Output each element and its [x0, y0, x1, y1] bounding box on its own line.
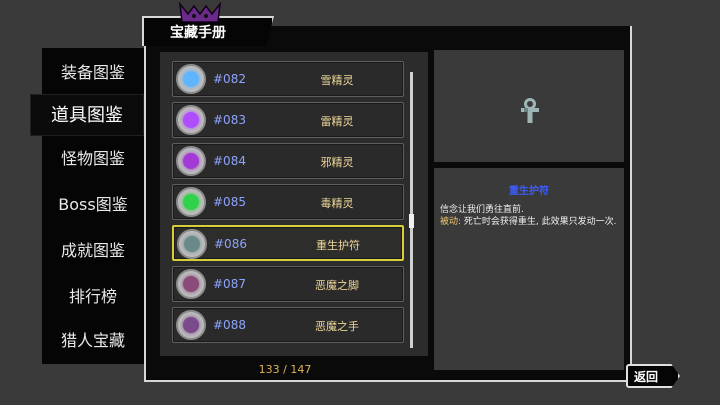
item-detail-panel	[434, 168, 624, 370]
poison-spirit-icon	[176, 187, 206, 217]
item-gem	[183, 112, 199, 128]
page-title: 宝藏手册	[170, 25, 226, 41]
passive-text: 死亡时会获得重生, 此效果只发动一次.	[461, 217, 617, 227]
nav-item-leaderboard[interactable]: 排行榜	[42, 276, 144, 318]
item-number: #086	[214, 237, 247, 251]
item-gem	[183, 317, 199, 333]
item-passive-description: 被动: 死亡时会获得重生, 此效果只发动一次.	[440, 216, 620, 228]
item-number: #084	[213, 154, 246, 168]
item-gem	[183, 276, 199, 292]
nav-item-items[interactable]: 道具图鉴	[30, 94, 144, 136]
item-gem	[184, 236, 200, 252]
list-item[interactable]: #085 毒精灵	[172, 184, 404, 220]
item-gem	[183, 153, 199, 169]
list-scroll-thumb[interactable]	[409, 214, 414, 228]
item-flavor-text: 信念让我们勇往直前.	[440, 205, 524, 215]
treasure-manual-screen: 装备图鉴 道具图鉴 怪物图鉴 Boss图鉴 成就图鉴 排行榜 猎人宝藏 宝藏手册…	[0, 0, 720, 405]
rebirth-amulet-icon	[177, 229, 207, 259]
list-item[interactable]: #087 恶魔之脚	[172, 266, 404, 302]
item-name: 恶魔之手	[315, 320, 359, 333]
item-name: 毒精灵	[320, 197, 354, 210]
demon-crest-icon	[179, 2, 221, 23]
evil-spirit-icon	[176, 146, 206, 176]
nav-item-achievements[interactable]: 成就图鉴	[42, 230, 144, 272]
list-item[interactable]: #086 重生护符	[172, 225, 404, 261]
nav-item-boss[interactable]: Boss图鉴	[42, 184, 144, 226]
snow-spirit-icon	[176, 64, 206, 94]
item-name: 雪精灵	[320, 74, 354, 87]
item-name: 雷精灵	[320, 115, 354, 128]
nav-item-hunter-treasure[interactable]: 猎人宝藏	[42, 320, 144, 362]
passive-label: 被动:	[440, 217, 462, 227]
category-nav: 装备图鉴 道具图鉴 怪物图鉴 Boss图鉴 成就图鉴 排行榜 猎人宝藏	[30, 48, 144, 364]
list-scrollbar[interactable]	[410, 72, 413, 348]
list-item[interactable]: #082 雪精灵	[172, 61, 404, 97]
item-name: 重生护符	[316, 239, 360, 252]
demon-hand-icon	[176, 310, 206, 340]
item-name: 邪精灵	[320, 156, 354, 169]
item-gem	[183, 71, 199, 87]
item-number: #083	[213, 113, 246, 127]
rebirth-amulet-icon	[521, 98, 539, 123]
collection-counter: 133 / 147	[258, 363, 312, 376]
nav-item-monsters[interactable]: 怪物图鉴	[42, 138, 144, 180]
back-button-label: 返回	[634, 370, 659, 384]
list-item[interactable]: #083 雷精灵	[172, 102, 404, 138]
item-number: #082	[213, 72, 246, 86]
list-item[interactable]: #088 恶魔之手	[172, 307, 404, 343]
list-item[interactable]: #084 邪精灵	[172, 143, 404, 179]
item-number: #085	[213, 195, 246, 209]
item-gem	[183, 194, 199, 210]
item-number: #087	[213, 277, 246, 291]
item-name: 恶魔之脚	[315, 279, 359, 292]
demon-foot-icon	[176, 269, 206, 299]
item-number: #088	[213, 318, 246, 332]
nav-item-equipment[interactable]: 装备图鉴	[42, 52, 144, 94]
thunder-spirit-icon	[176, 105, 206, 135]
item-detail-title: 重生护符	[509, 186, 549, 197]
